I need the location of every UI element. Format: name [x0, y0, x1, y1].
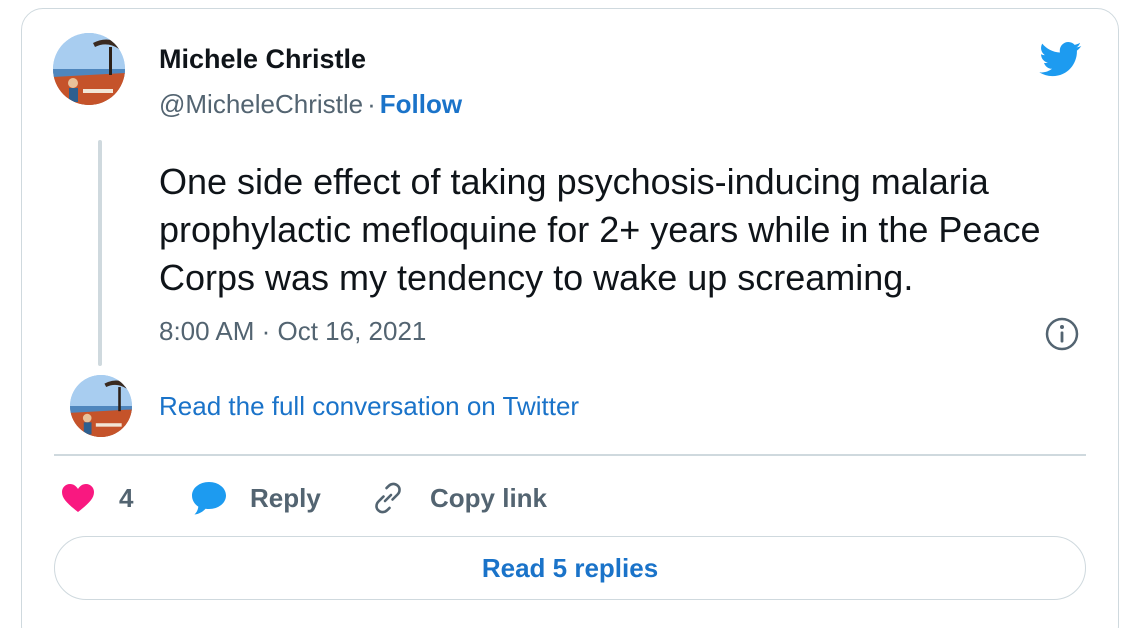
author-handle[interactable]: @MicheleChristle: [159, 89, 363, 119]
author-handle-row: @MicheleChristle · Follow: [159, 89, 462, 120]
tweet-text: One side effect of taking psychosis-indu…: [159, 161, 1041, 298]
reply-label: Reply: [250, 482, 321, 513]
reply-avatar[interactable]: [70, 375, 132, 437]
tweet-timestamp[interactable]: 8:00 AM · Oct 16, 2021: [159, 316, 426, 347]
link-icon: [375, 482, 401, 514]
avatar-image: [70, 375, 132, 437]
read-full-conversation-link[interactable]: Read the full conversation on Twitter: [159, 391, 579, 422]
author-avatar[interactable]: [53, 33, 125, 105]
read-replies-label: Read 5 replies: [481, 552, 659, 583]
copy-link-label: Copy link: [430, 482, 548, 513]
avatar-image: [53, 33, 125, 105]
heart-icon: [62, 484, 94, 512]
read-replies-button[interactable]: Read 5 replies: [54, 536, 1086, 600]
author-name[interactable]: Michele Christle: [159, 44, 366, 75]
like-count: 4: [119, 482, 134, 513]
follow-button[interactable]: Follow: [380, 89, 462, 119]
info-icon[interactable]: [1044, 316, 1080, 352]
like-button[interactable]: 4: [61, 478, 133, 518]
separator-dot: ·: [367, 89, 376, 119]
copy-link-button[interactable]: Copy link: [370, 478, 547, 518]
thread-connector-line: [98, 140, 102, 366]
twitter-bird-icon[interactable]: [1037, 38, 1085, 80]
divider: [54, 454, 1086, 456]
reply-button[interactable]: Reply: [190, 478, 321, 518]
speech-bubble-icon: [192, 482, 226, 515]
